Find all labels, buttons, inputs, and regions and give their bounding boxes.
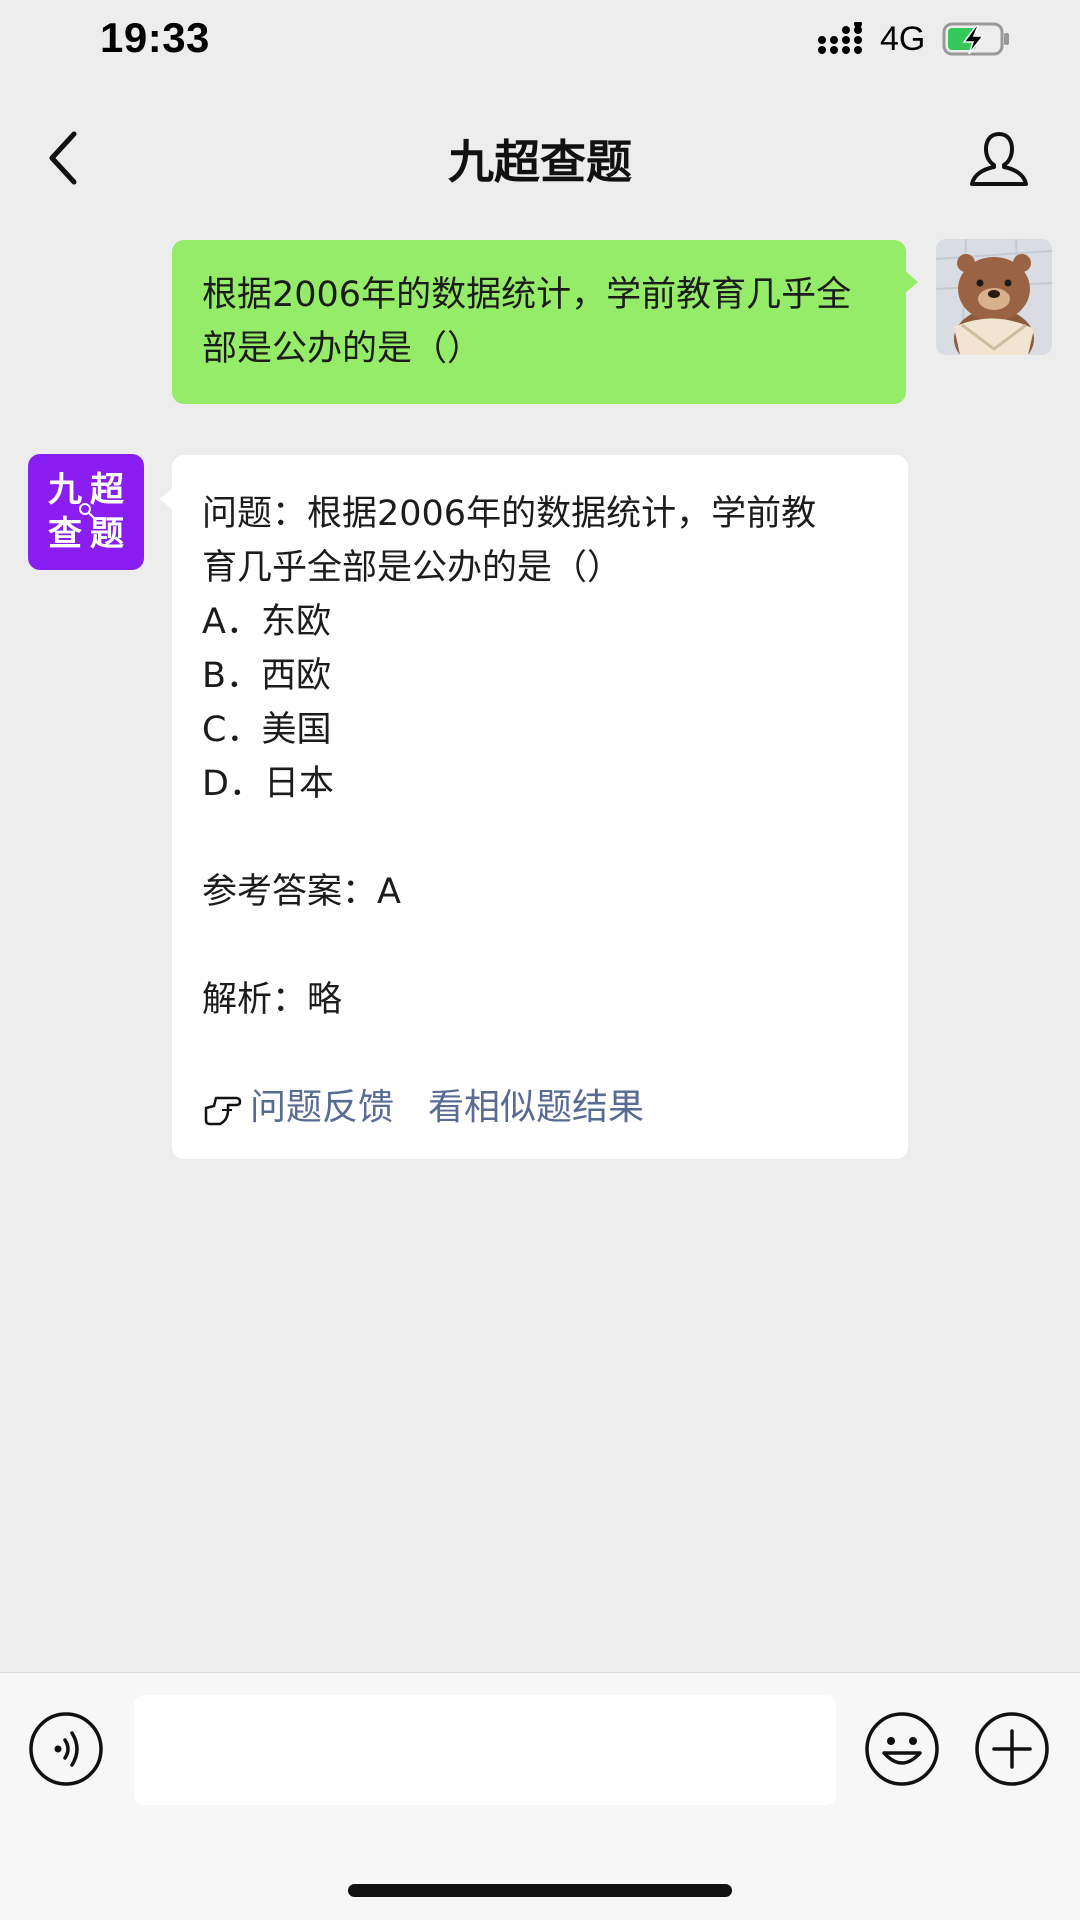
user-avatar[interactable] <box>936 239 1052 355</box>
nav-bar: 九超查题 <box>0 100 1080 216</box>
user-message-bubble[interactable]: 根据2006年的数据统计，学前教育几乎全部是公办的是（） <box>172 240 918 404</box>
pointing-hand-icon <box>204 1096 242 1126</box>
input-bar <box>0 1672 1080 1920</box>
question-text: 问题：根据2006年的数据统计，学前教 <box>202 494 817 534</box>
magnifier-icon <box>79 503 95 519</box>
bot-avatar[interactable]: 九 超 查 题 <box>28 454 144 570</box>
answer-text: 参考答案：A <box>202 872 401 912</box>
status-bar: 19:33 4G <box>0 0 1080 80</box>
bot-message-bubble[interactable]: 问题：根据2006年的数据统计，学前教 育几乎全部是公办的是（） A．东欧 B．… <box>160 455 908 1159</box>
person-icon[interactable] <box>968 128 1030 188</box>
analysis-text: 解析：略 <box>202 980 343 1020</box>
user-message-text: 根据2006年的数据统计，学前教育几乎全部是公办的是（） <box>202 275 852 369</box>
bear-avatar-image <box>936 239 1052 355</box>
link-row: 问题反馈 看相似题结果 <box>202 1081 644 1135</box>
similar-questions-link[interactable]: 看相似题结果 <box>428 1081 644 1135</box>
voice-icon[interactable] <box>28 1711 104 1787</box>
battery-icon <box>942 22 1009 56</box>
option-d: D．日本 <box>202 764 334 804</box>
emoji-icon[interactable] <box>864 1711 940 1787</box>
status-time: 19:33 <box>100 14 210 61</box>
question-text: 育几乎全部是公办的是（） <box>202 548 623 588</box>
page-title: 九超查题 <box>448 135 632 189</box>
option-a: A．东欧 <box>202 602 331 642</box>
option-c: C．美国 <box>202 710 332 750</box>
plus-icon[interactable] <box>974 1711 1050 1787</box>
signal-icon <box>818 22 862 54</box>
message-input[interactable] <box>134 1695 836 1805</box>
option-b: B．西欧 <box>202 656 332 696</box>
feedback-link[interactable]: 问题反馈 <box>250 1081 394 1135</box>
network-label: 4G <box>880 20 926 58</box>
home-indicator[interactable] <box>348 1884 732 1897</box>
